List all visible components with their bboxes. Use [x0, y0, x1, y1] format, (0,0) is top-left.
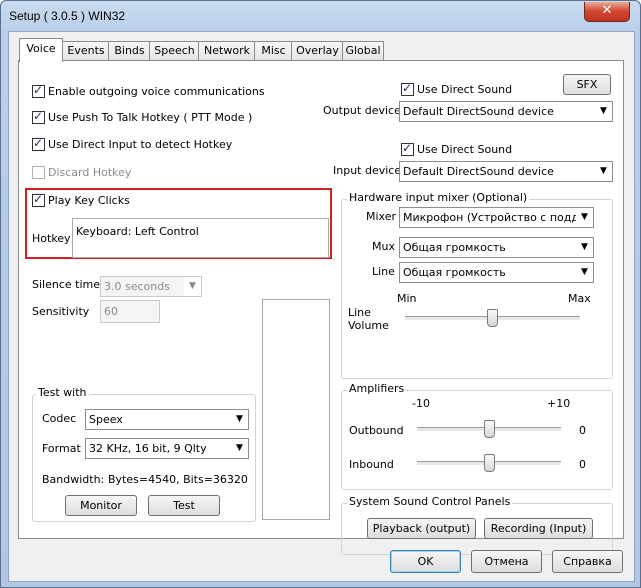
output-device-value: Default DirectSound device [403, 105, 554, 118]
test-button[interactable]: Test [148, 495, 220, 516]
chevron-down-icon: ▼ [576, 238, 593, 257]
amplifiers-group-title: Amplifiers [347, 382, 407, 395]
tab-misc[interactable]: Misc [254, 41, 293, 61]
silence-time-select[interactable]: 3.0 seconds ▼ [100, 276, 202, 297]
amp-min-label: -10 [412, 397, 430, 410]
voice-panel: Enable outgoing voice communications Use… [18, 60, 624, 555]
chevron-down-icon: ▼ [595, 162, 612, 181]
direct-input-label: Use Direct Input to detect Hotkey [48, 138, 233, 151]
input-direct-sound-label: Use Direct Sound [417, 143, 513, 156]
silence-time-label: Silence time [32, 278, 100, 291]
monitor-button[interactable]: Monitor [65, 495, 137, 516]
input-device-select[interactable]: Default DirectSound device ▼ [399, 161, 613, 182]
close-button[interactable]: ✕ [584, 2, 630, 22]
use-ptt-checkbox[interactable] [32, 109, 45, 124]
output-direct-sound-checkbox[interactable] [401, 81, 414, 96]
enable-outgoing-checkbox[interactable] [32, 83, 45, 98]
outbound-slider-thumb[interactable] [484, 420, 495, 438]
window-title: Setup ( 3.0.5 ) WIN32 [9, 9, 126, 23]
use-ptt-label: Use Push To Talk Hotkey ( PTT Mode ) [48, 111, 253, 124]
mux-label: Mux [372, 240, 395, 253]
direct-input-checkbox[interactable] [32, 136, 45, 151]
mixer-min-label: Min [397, 292, 417, 305]
chevron-down-icon: ▼ [576, 263, 593, 282]
discard-hotkey-label: Discard Hotkey [48, 166, 132, 179]
cancel-button[interactable]: Отмена [471, 550, 542, 573]
inbound-label: Inbound [349, 458, 394, 471]
inbound-value: 0 [579, 458, 586, 471]
test-group-title: Test with [36, 386, 89, 399]
hotkey-field[interactable]: Keyboard: Left Control [72, 218, 329, 258]
input-direct-sound-checkbox[interactable] [401, 141, 414, 156]
inbound-slider-thumb[interactable] [484, 454, 495, 472]
ok-button[interactable]: OK [390, 550, 461, 573]
mixer-group-title: Hardware input mixer (Optional) [347, 191, 530, 204]
mixer-select[interactable]: Микрофон (Устройство с поддерж ▼ [399, 207, 594, 228]
input-device-value: Default DirectSound device [403, 165, 554, 178]
playback-output-button[interactable]: Playback (output) [367, 518, 476, 539]
input-device-label: Input device [333, 164, 402, 177]
output-direct-sound-label: Use Direct Sound [417, 83, 513, 96]
line-volume-slider-thumb[interactable] [487, 309, 498, 327]
sound-panels-group-title: System Sound Control Panels [347, 495, 513, 508]
format-value: 32 KHz, 16 bit, 9 Qlty [89, 442, 207, 455]
chevron-down-icon: ▼ [231, 439, 248, 458]
format-select[interactable]: 32 KHz, 16 bit, 9 Qlty ▼ [85, 438, 249, 459]
codec-value: Speex [89, 413, 123, 426]
play-key-clicks-checkbox[interactable] [32, 192, 45, 207]
output-device-label: Output device [323, 104, 401, 117]
dialog-client: Voice Events Binds Speech Network Misc O… [8, 31, 635, 582]
bandwidth-label: Bandwidth: [42, 473, 105, 486]
discard-hotkey-checkbox[interactable] [32, 166, 45, 179]
codec-label: Codec [42, 412, 77, 425]
level-meter [262, 299, 330, 520]
mux-select[interactable]: Общая громкость ▼ [399, 237, 594, 258]
chevron-down-icon: ▼ [595, 102, 612, 121]
outbound-label: Outbound [349, 424, 404, 437]
bandwidth-value: Bytes=4540, Bits=36320 [108, 473, 248, 486]
tab-events[interactable]: Events [62, 41, 110, 61]
tab-overlay[interactable]: Overlay [291, 41, 344, 61]
silence-time-value: 3.0 seconds [104, 280, 170, 293]
hotkey-label: Hotkey [32, 232, 71, 245]
format-label: Format [42, 442, 81, 455]
line-value: Общая громкость [403, 266, 506, 279]
enable-outgoing-label: Enable outgoing voice communications [48, 85, 265, 98]
line-select[interactable]: Общая громкость ▼ [399, 262, 594, 283]
outbound-value: 0 [579, 424, 586, 437]
sensitivity-label: Sensitivity [32, 305, 90, 318]
tab-speech[interactable]: Speech [149, 41, 200, 61]
sensitivity-field[interactable]: 60 [100, 300, 160, 323]
mixer-value: Микрофон (Устройство с поддерж [403, 211, 594, 224]
output-device-select[interactable]: Default DirectSound device ▼ [399, 101, 613, 122]
recording-input-button[interactable]: Recording (Input) [484, 518, 593, 539]
tab-global[interactable]: Global [342, 41, 384, 61]
line-label: Line [372, 265, 395, 278]
mixer-max-label: Max [568, 292, 591, 305]
line-volume-label-2: Volume [348, 319, 389, 332]
tab-network[interactable]: Network [198, 41, 256, 61]
setup-window: Setup ( 3.0.5 ) WIN32 ✕ Voice Events Bin… [0, 0, 641, 588]
sfx-button[interactable]: SFX [563, 74, 611, 95]
amp-max-label: +10 [547, 397, 571, 410]
close-icon: ✕ [601, 3, 613, 18]
amplifiers-group [341, 390, 613, 490]
hotkey-value: Keyboard: Left Control [76, 225, 199, 238]
sensitivity-value: 60 [104, 305, 118, 318]
play-key-clicks-label: Play Key Clicks [48, 194, 130, 207]
codec-select[interactable]: Speex ▼ [85, 409, 249, 430]
mixer-label: Mixer [366, 210, 397, 223]
help-button[interactable]: Справка [552, 550, 623, 573]
tab-voice[interactable]: Voice [19, 38, 63, 62]
tab-binds[interactable]: Binds [108, 41, 151, 61]
chevron-down-icon: ▼ [576, 208, 593, 227]
title-bar[interactable]: Setup ( 3.0.5 ) WIN32 ✕ [1, 1, 640, 31]
chevron-down-icon: ▼ [231, 410, 248, 429]
chevron-down-icon: ▼ [184, 277, 201, 296]
mux-value: Общая громкость [403, 241, 506, 254]
line-volume-label-1: Line [348, 306, 371, 319]
